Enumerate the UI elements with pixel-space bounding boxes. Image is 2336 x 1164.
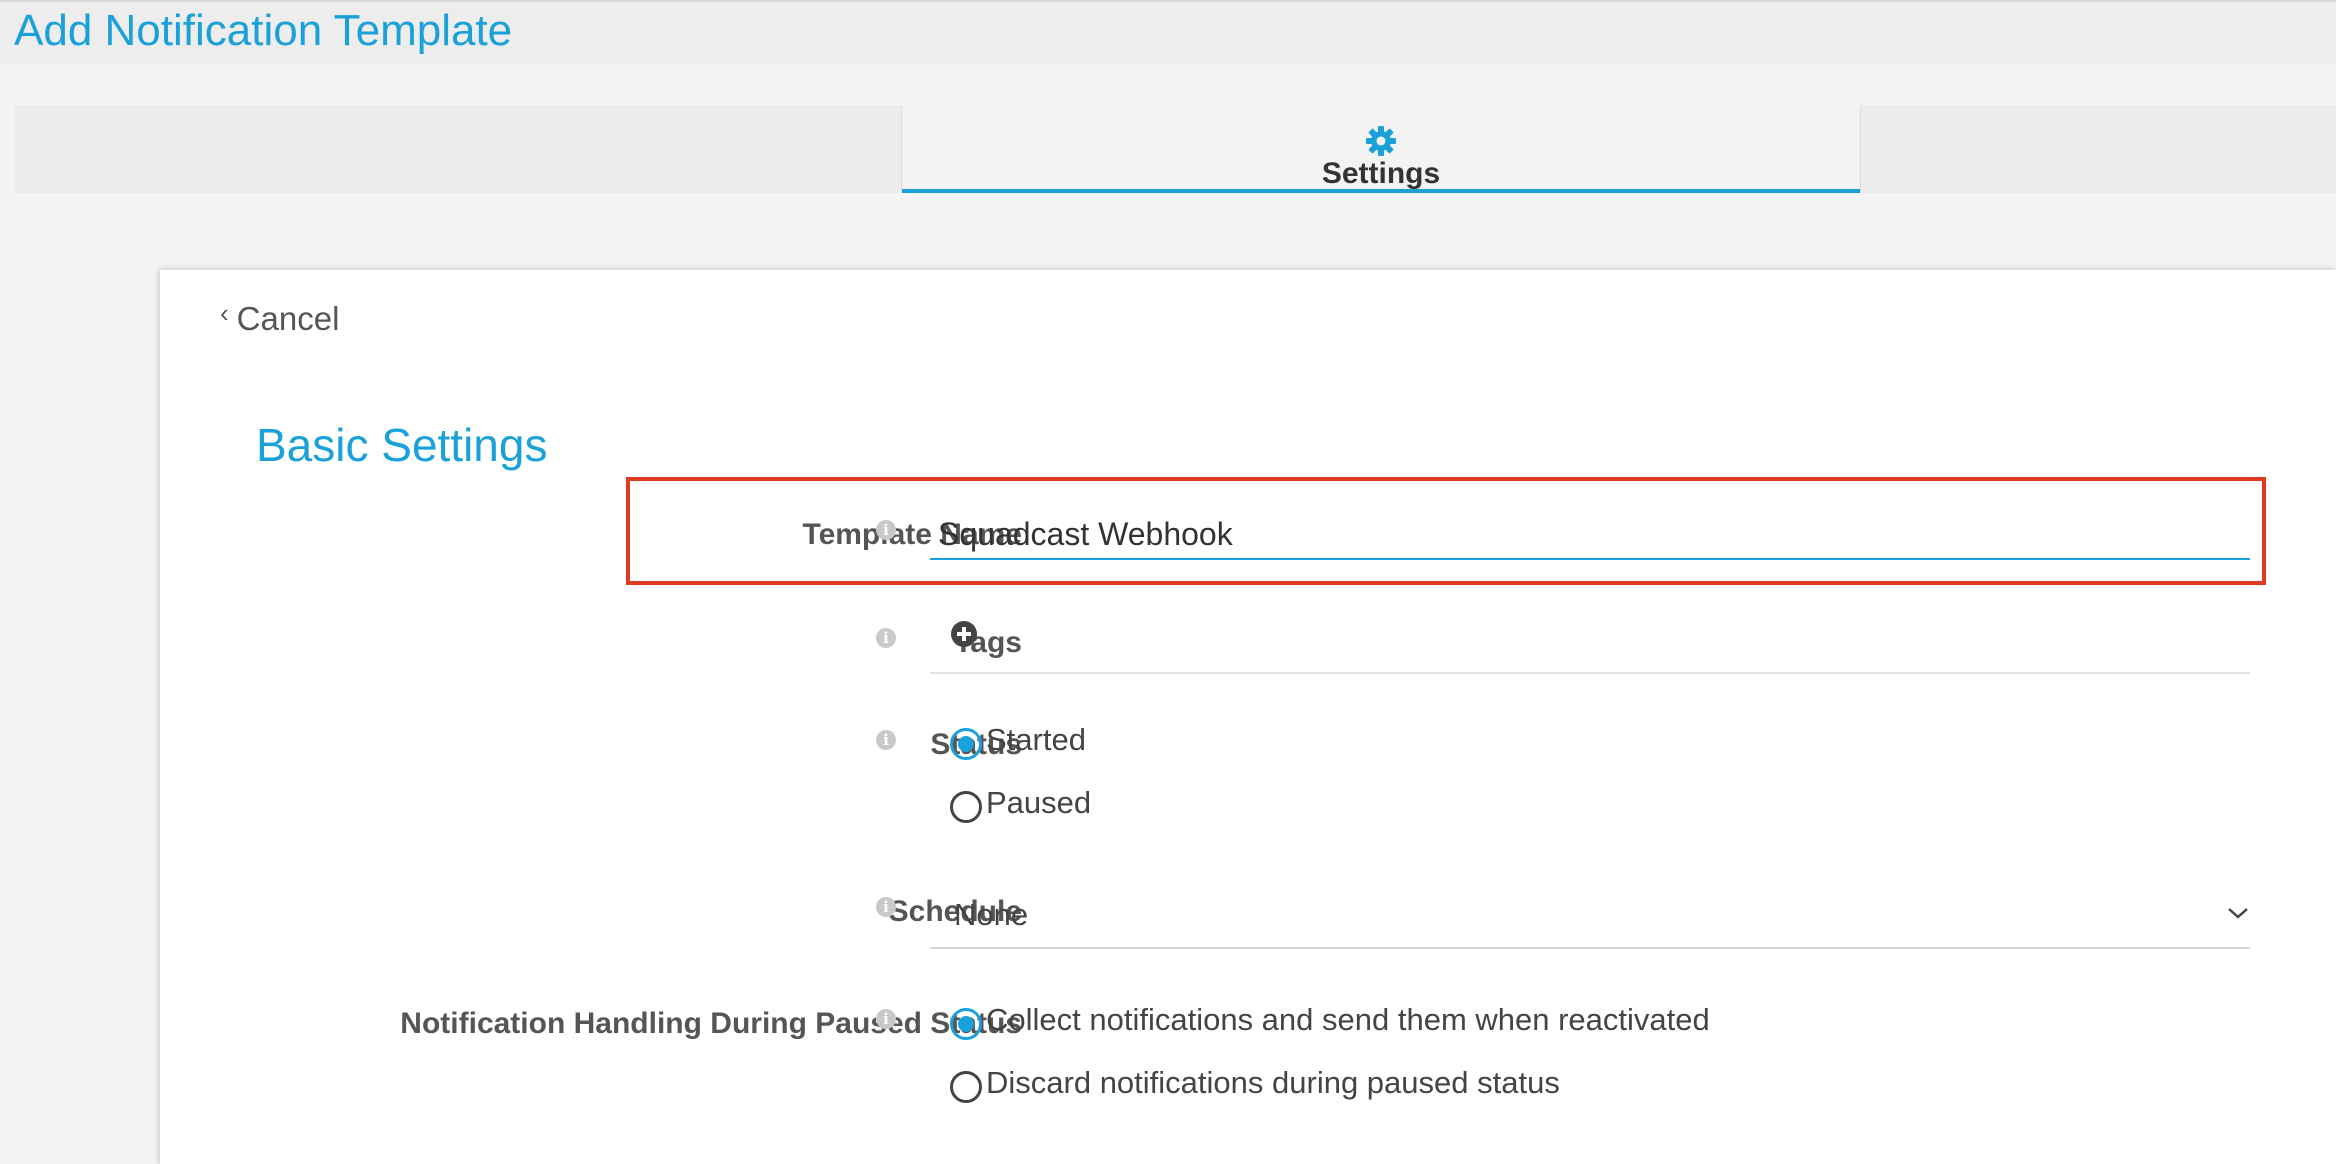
- chevron-left-icon: ‹: [220, 297, 229, 328]
- section-title: Basic Settings: [256, 419, 548, 471]
- schedule-select[interactable]: None: [930, 885, 2250, 949]
- tab-settings-label: Settings: [1321, 157, 1441, 190]
- paused-handling-label: Notification Handling During Paused Stat…: [400, 1007, 1022, 1040]
- status-option-label: Paused: [986, 785, 1092, 820]
- status-option-label: Started: [986, 722, 1086, 757]
- radio-button-checked[interactable]: [950, 728, 982, 760]
- page-title: Add Notification Template: [14, 6, 513, 55]
- template-name-input[interactable]: [930, 510, 2250, 560]
- tags-info-icon[interactable]: i: [876, 628, 896, 648]
- paused-handling-option-label: Collect notifications and send them when…: [986, 1002, 1710, 1037]
- tags-field[interactable]: [930, 610, 2250, 674]
- cancel-link[interactable]: ‹ Cancel: [220, 297, 340, 338]
- wizard-tabs: Settings: [14, 105, 2336, 193]
- form-card: ‹ Cancel Basic Settings Template Name i …: [160, 270, 2336, 1164]
- tab-left-blank[interactable]: [14, 105, 902, 193]
- radio-button-checked[interactable]: [950, 1008, 982, 1040]
- chevron-down-icon: [2228, 908, 2248, 919]
- status-radio-started[interactable]: Started: [950, 722, 1086, 760]
- schedule-info-icon[interactable]: i: [876, 897, 896, 917]
- radio-button[interactable]: [950, 1071, 982, 1103]
- tab-right-blank[interactable]: [1860, 105, 2336, 193]
- paused-handling-radio-discard[interactable]: Discard notifications during paused stat…: [950, 1065, 1560, 1103]
- schedule-value: None: [954, 897, 1029, 932]
- cancel-label: Cancel: [236, 300, 340, 337]
- paused-handling-option-label: Discard notifications during paused stat…: [986, 1065, 1560, 1100]
- plus-circle-icon[interactable]: [950, 620, 978, 648]
- template-name-info-icon[interactable]: i: [876, 520, 896, 540]
- paused-handling-radio-collect[interactable]: Collect notifications and send them when…: [950, 1002, 1710, 1040]
- status-info-icon[interactable]: i: [876, 730, 896, 750]
- status-radio-paused[interactable]: Paused: [950, 785, 1092, 823]
- tab-settings[interactable]: Settings: [902, 105, 1860, 193]
- gear-icon: [1366, 126, 1396, 156]
- header-bar: Add Notification Template: [0, 0, 2336, 64]
- radio-button[interactable]: [950, 791, 982, 823]
- paused-handling-info-icon[interactable]: i: [876, 1009, 896, 1029]
